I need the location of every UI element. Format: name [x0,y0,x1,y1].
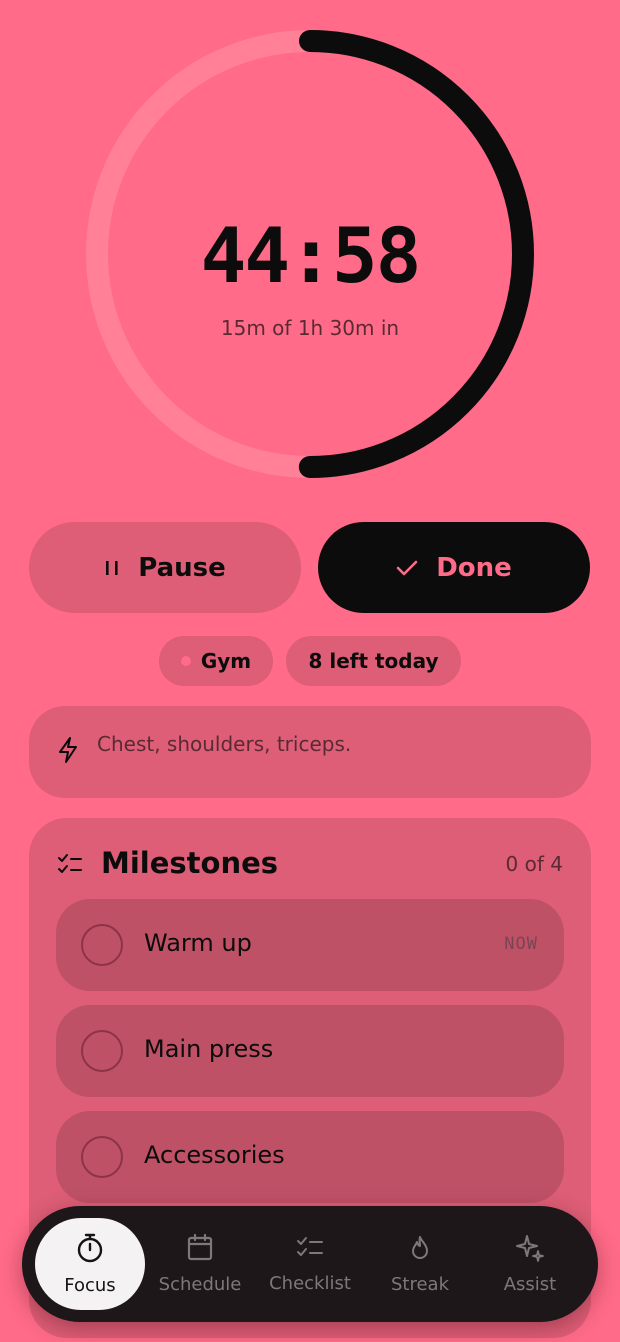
stopwatch-icon [75,1232,105,1269]
nav-item-label: Assist [503,1274,557,1295]
nav-item-streak[interactable]: Streak [365,1218,475,1310]
nav-item-schedule[interactable]: Schedule [145,1218,255,1310]
sparkle-icon [515,1233,545,1268]
nav-item-checklist[interactable]: Checklist [255,1218,365,1310]
done-label: Done [436,552,512,583]
milestone-label: Warm up [144,929,252,957]
calendar-icon [186,1233,214,1268]
check-icon [396,559,418,577]
timer-subtitle: 15m of 1h 30m in [220,316,400,340]
milestones-count: 0 of 4 [505,852,563,876]
category-dot [180,656,191,666]
nav-item-assist[interactable]: Assist [475,1218,585,1310]
flame-icon [408,1233,432,1268]
milestone-now-tag: NOW [504,934,538,954]
nav-item-label: Focus [64,1275,116,1296]
pause-icon [104,558,120,578]
session-note[interactable]: Chest, shoulders, triceps. [29,706,591,798]
milestone-checkbox[interactable] [81,1136,123,1178]
milestones-title: Milestones [101,846,279,880]
remaining-label: 8 left today [308,649,439,673]
lightning-icon [56,736,80,768]
checklist-icon [296,1234,324,1267]
checklist-icon [57,853,83,881]
milestone-item[interactable]: Accessories [56,1111,564,1203]
nav-item-label: Streak [390,1274,450,1295]
milestone-checkbox[interactable] [81,924,123,966]
milestone-item[interactable]: Main press [56,1005,564,1097]
nav-item-label: Checklist [269,1273,351,1294]
pause-label: Pause [138,552,226,583]
nav-item-label: Schedule [158,1274,242,1295]
milestone-item[interactable]: Warm up NOW [56,899,564,991]
bottom-nav: Focus Schedule Checklist Streak Assist [22,1206,598,1322]
session-note-text: Chest, shoulders, triceps. [97,732,352,756]
remaining-chip[interactable]: 8 left today [286,636,461,686]
done-button[interactable]: Done [318,522,590,613]
category-label: Gym [200,649,252,673]
category-chip[interactable]: Gym [159,636,273,686]
pause-button[interactable]: Pause [29,522,301,613]
nav-item-focus[interactable]: Focus [35,1218,145,1310]
milestone-label: Accessories [144,1141,285,1169]
milestone-label: Main press [144,1035,274,1063]
focus-timer: 44:58 15m of 1h 30m in [80,30,540,480]
milestone-checkbox[interactable] [81,1030,123,1072]
timer-time: 44:58 [200,211,422,300]
